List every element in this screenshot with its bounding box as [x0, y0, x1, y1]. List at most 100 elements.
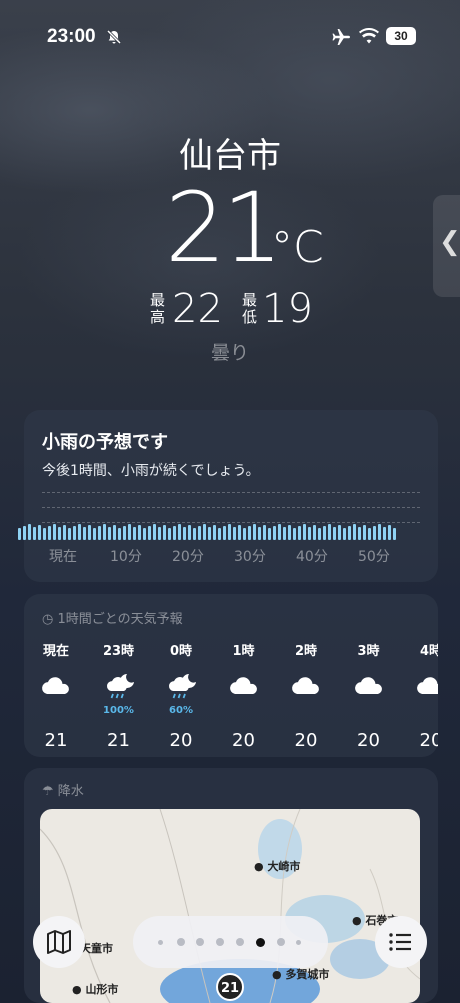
hourly-header: ◷ 1時間ごとの天気予報 — [42, 608, 183, 627]
hour-temperature: 20 — [419, 730, 438, 750]
side-panel-handle[interactable]: ❮ — [433, 195, 460, 297]
rain-bar — [48, 526, 51, 540]
page-dot[interactable] — [158, 939, 163, 945]
cloud-icon — [229, 677, 257, 694]
rain-bar — [173, 526, 176, 540]
precipitation-intensity-bars — [18, 524, 396, 540]
grid-line — [42, 492, 420, 493]
rain-bar — [73, 526, 76, 540]
rain-bar — [88, 525, 91, 540]
rain-bar — [123, 526, 126, 540]
status-bar: 23:00 30 — [0, 0, 460, 70]
list-button[interactable] — [375, 916, 427, 968]
page-dot[interactable] — [296, 939, 301, 945]
map-label: ● 多賀城市 — [272, 968, 330, 981]
page-dot-active[interactable] — [256, 937, 265, 947]
precip-card-title: 小雨の予想です — [42, 432, 168, 453]
tick-label: 10分 — [110, 549, 142, 565]
hour-temperature: 20 — [294, 730, 318, 750]
high-low-temperatures: 最高 22 最低 19 — [150, 288, 350, 330]
rain-bar — [93, 528, 96, 540]
rain-bar — [298, 526, 301, 540]
rain-bar — [228, 524, 231, 540]
page-dot[interactable] — [177, 938, 185, 946]
rain-bar — [133, 527, 136, 540]
cloud-icon — [42, 677, 69, 694]
temperature-unit: °C — [271, 222, 324, 273]
rain-bar — [163, 525, 166, 540]
map-button[interactable] — [33, 916, 85, 968]
bell-muted-icon — [106, 29, 122, 45]
rain-bar — [128, 524, 131, 540]
cloud-icon — [354, 677, 382, 694]
rain-bar — [153, 524, 156, 540]
rain-bar — [188, 525, 191, 540]
page-dot[interactable] — [236, 938, 244, 946]
page-dot[interactable] — [277, 938, 285, 946]
grid-line — [42, 507, 420, 508]
rain-bar — [108, 527, 111, 540]
rain-bar — [348, 526, 351, 540]
rain-bar — [113, 525, 116, 540]
rain-bar — [83, 527, 86, 540]
page-dot[interactable] — [216, 938, 224, 946]
rain-bar — [43, 528, 46, 540]
weather-condition: 曇り — [210, 342, 249, 364]
rain-bar — [243, 528, 246, 540]
page-indicator[interactable] — [133, 916, 328, 968]
rain-bar — [28, 524, 31, 540]
rain-bar — [168, 528, 171, 540]
rain-bar — [283, 527, 286, 540]
precip-card-subtitle: 今後1時間、小雨が続くでしょう。 — [42, 463, 260, 479]
hour-column: 2時 20 — [275, 640, 337, 750]
rain-bar — [198, 526, 201, 540]
rain-bar — [23, 526, 26, 540]
rain-bar — [288, 525, 291, 540]
wifi-icon — [359, 28, 379, 44]
tick-label: 50分 — [358, 549, 390, 565]
map-header: ☂ 降水 — [42, 780, 84, 799]
rain-bar — [273, 526, 276, 540]
rain-bar — [363, 525, 366, 540]
hour-temperature: 20 — [232, 730, 255, 750]
umbrella-icon: ☂ — [42, 784, 54, 799]
rain-bar — [238, 525, 241, 540]
rain-bar — [378, 524, 381, 540]
rain-bar — [38, 525, 41, 540]
rain-bar — [98, 526, 101, 540]
chevron-left-icon: ❮ — [439, 227, 460, 257]
rain-bar — [233, 527, 236, 540]
high-label: 最高 — [150, 291, 166, 326]
tick-label: 20分 — [172, 549, 204, 565]
rain-bar — [268, 528, 271, 540]
hour-label: 現在 — [42, 644, 69, 659]
low-label: 最低 — [242, 291, 258, 326]
rain-bar — [138, 525, 141, 540]
hour-column: 現在 21 — [25, 640, 87, 750]
hour-temperature: 21 — [44, 730, 68, 750]
rain-bar — [203, 524, 206, 540]
hour-column: 3時 20 — [338, 640, 400, 750]
map-label: ● 大崎市 — [254, 860, 301, 873]
precipitation-map[interactable]: ● 大崎市 ● 石巻市 天童市 ● 山形市 ● 多賀城市 21 — [40, 809, 420, 1003]
rain-bar — [328, 524, 331, 540]
hour-temperature: 21 — [107, 730, 130, 750]
low-value: 19 — [262, 286, 313, 332]
moon-rain-icon — [106, 674, 134, 699]
map-label: ● 山形市 — [72, 983, 119, 996]
airplane-icon — [332, 29, 350, 45]
rain-bar — [338, 525, 341, 540]
page-dot[interactable] — [196, 938, 204, 946]
hour-label: 2時 — [294, 644, 318, 659]
hour-label: 1時 — [232, 644, 255, 659]
rain-bar — [183, 527, 186, 540]
rain-bar — [333, 527, 336, 540]
hourly-scroll[interactable]: 現在 21 23時 100% 21 0時 60% 20 1時 20 2時 20 3時 20 4時 20 — [25, 640, 438, 750]
tick-label: 40分 — [296, 549, 328, 565]
rain-bar — [78, 524, 81, 540]
rain-bar — [313, 525, 316, 540]
hour-label: 0時 — [169, 644, 193, 659]
current-location-badge[interactable]: 21 — [216, 973, 244, 1001]
rain-bar — [118, 528, 121, 540]
cloud-icon — [292, 677, 319, 694]
